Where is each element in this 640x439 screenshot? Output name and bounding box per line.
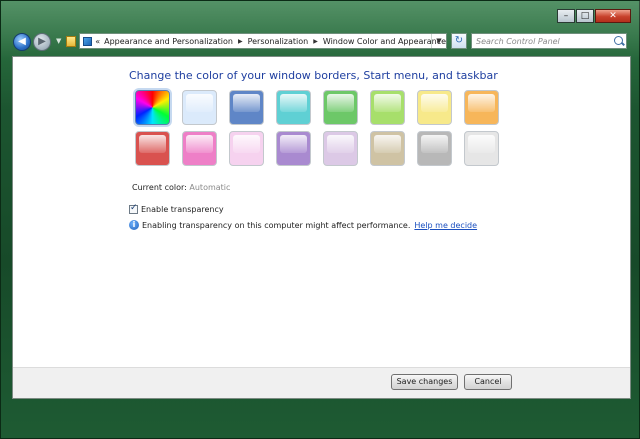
color-swatch-grid <box>135 90 515 172</box>
refresh-button[interactable]: ↻ <box>451 33 467 49</box>
color-swatch-twilight[interactable] <box>229 90 264 125</box>
enable-transparency[interactable]: Enable transparency <box>129 203 224 214</box>
help-me-decide-link[interactable]: Help me decide <box>414 221 477 230</box>
forward-button[interactable]: ▶ <box>33 33 51 51</box>
current-color-value: Automatic <box>189 183 231 192</box>
breadcrumb-overflow[interactable]: « <box>95 37 100 46</box>
color-swatch-leaf[interactable] <box>323 90 358 125</box>
breadcrumb-item-personalization[interactable]: Personalization <box>248 37 309 46</box>
color-swatch-pumpkin[interactable] <box>464 90 499 125</box>
current-color: Current color: Automatic <box>132 183 230 192</box>
maximize-button[interactable]: □ <box>576 9 594 23</box>
current-color-label: Current color: <box>132 183 187 192</box>
close-button[interactable]: ✕ <box>595 9 631 23</box>
cancel-button[interactable]: Cancel <box>464 374 512 390</box>
button-bar: Save changes Cancel <box>13 367 630 398</box>
back-button[interactable]: ◀ <box>13 33 31 51</box>
color-swatch-ruby[interactable] <box>135 131 170 166</box>
control-panel-icon <box>83 36 93 46</box>
save-changes-button[interactable]: Save changes <box>391 374 458 390</box>
enable-transparency-checkbox[interactable] <box>129 203 138 214</box>
control-panel-folder-icon <box>66 36 76 47</box>
caption-buttons: – □ ✕ <box>556 9 631 23</box>
control-panel-window: – □ ✕ ◀ ▶ ▼ « Appearance and Personaliza… <box>0 0 640 439</box>
recent-pages-chevron-down-icon[interactable]: ▼ <box>56 37 61 45</box>
color-swatch-sky[interactable] <box>182 90 217 125</box>
color-swatch-slate[interactable] <box>464 131 499 166</box>
color-swatch-sun[interactable] <box>417 90 452 125</box>
performance-note-text: Enabling transparency on this computer m… <box>142 220 411 230</box>
color-swatch-sea[interactable] <box>276 90 311 125</box>
content-pane: Change the color of your window borders,… <box>12 56 631 399</box>
color-swatch-lime[interactable] <box>370 90 405 125</box>
breadcrumb: « Appearance and Personalization ▶ Perso… <box>95 37 446 46</box>
search-box <box>471 33 627 49</box>
color-swatch-fuchsia[interactable] <box>182 131 217 166</box>
enable-transparency-label: Enable transparency <box>141 205 224 214</box>
address-dropdown-chevron-icon[interactable]: ▼ <box>431 34 446 48</box>
swatch-row <box>135 131 515 166</box>
page-title: Change the color of your window borders,… <box>129 69 498 82</box>
breadcrumb-arrow-icon[interactable]: ▶ <box>238 38 243 45</box>
search-icon[interactable] <box>614 36 623 45</box>
navigation-bar: ◀ ▶ ▼ « Appearance and Personalization ▶… <box>13 30 633 52</box>
info-icon: i <box>129 220 139 230</box>
breadcrumb-item-window-color[interactable]: Window Color and Appearance <box>323 37 446 46</box>
color-swatch-blush[interactable] <box>229 131 264 166</box>
color-swatch-violet[interactable] <box>276 131 311 166</box>
breadcrumb-arrow-icon[interactable]: ▶ <box>313 38 318 45</box>
color-swatch-taupe[interactable] <box>370 131 405 166</box>
search-input[interactable] <box>472 36 608 46</box>
performance-note: i Enabling transparency on this computer… <box>129 220 477 230</box>
address-bar[interactable]: « Appearance and Personalization ▶ Perso… <box>79 33 447 49</box>
color-swatch-chocolate[interactable] <box>417 131 452 166</box>
breadcrumb-item-appearance[interactable]: Appearance and Personalization <box>104 37 233 46</box>
minimize-button[interactable]: – <box>557 9 575 23</box>
swatch-row <box>135 90 515 125</box>
color-swatch-lavender[interactable] <box>323 131 358 166</box>
color-swatch-automatic[interactable] <box>135 90 170 125</box>
